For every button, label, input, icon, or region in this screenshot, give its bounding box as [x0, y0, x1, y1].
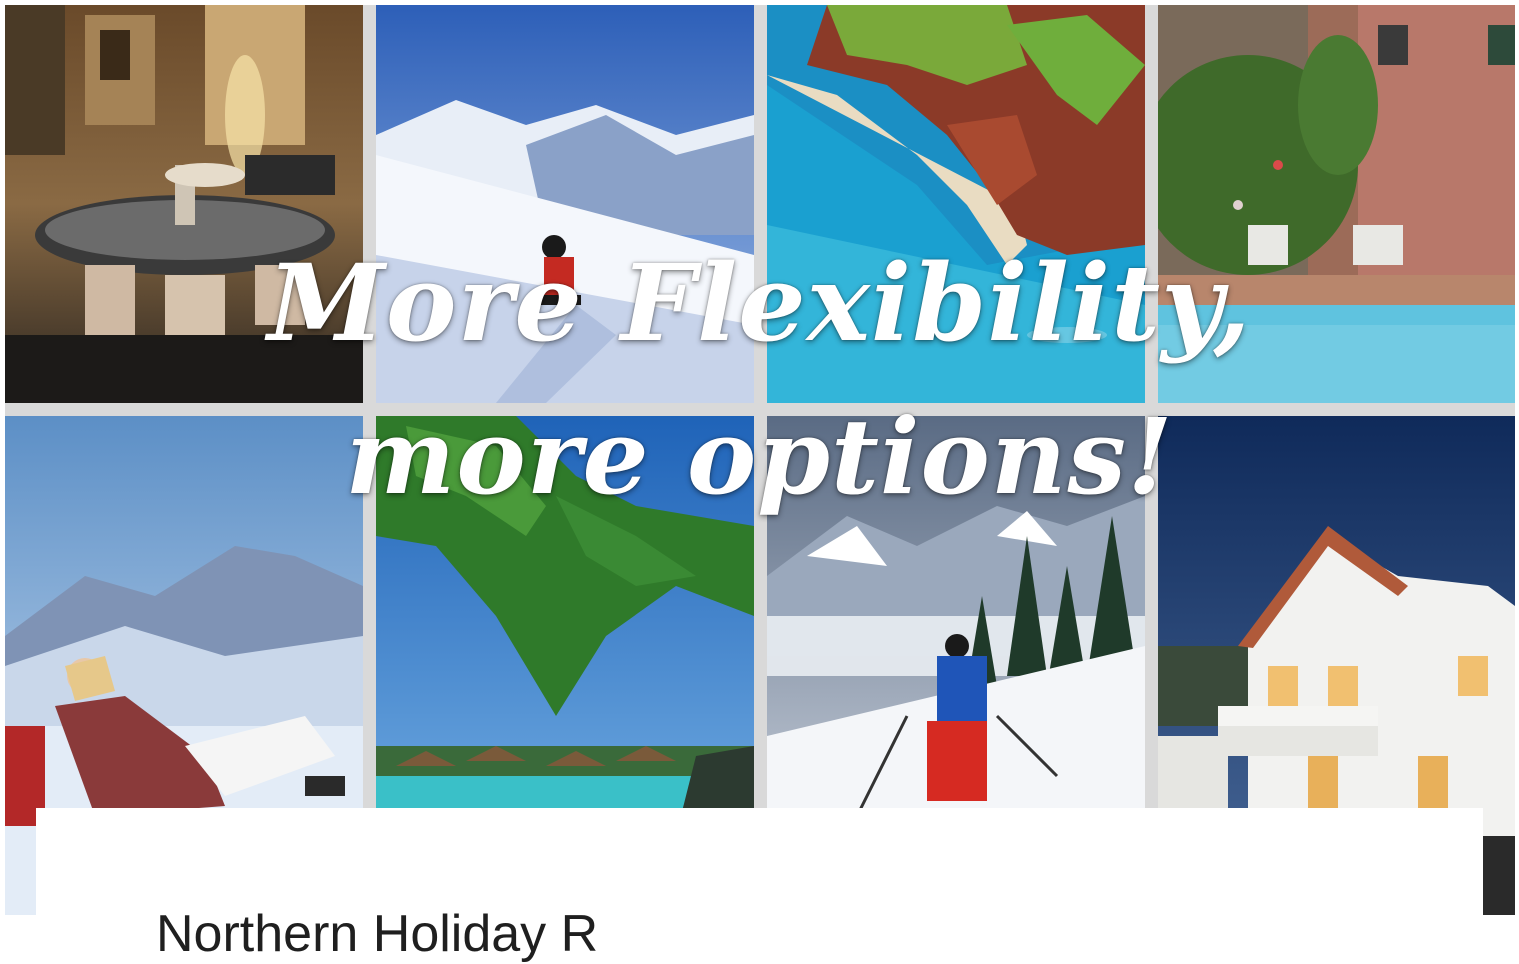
card-title: Northern Holiday R: [156, 905, 599, 963]
content-card: Northern Holiday R: [36, 808, 1483, 963]
headline-line-2: more options!: [345, 395, 1174, 518]
headline-line-1: More Flexibility,: [267, 240, 1252, 365]
